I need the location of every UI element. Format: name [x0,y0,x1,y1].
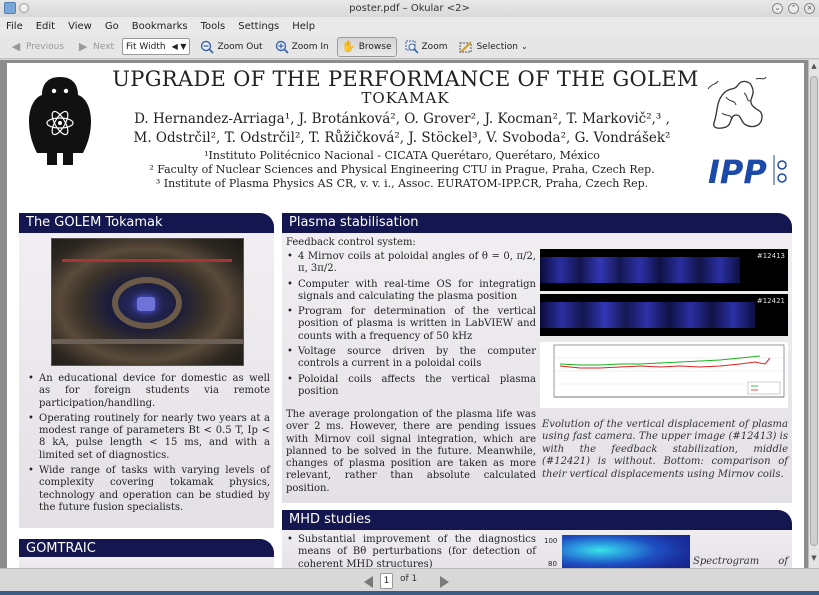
minimize-button[interactable]: ⌄ [772,3,783,14]
golem-bullet-1: An educational device for domestic as we… [27,373,270,410]
plasma-bullet-4: Voltage source driven by the computer co… [286,346,536,371]
selection-tool-button[interactable]: Selection ⌄ [455,37,531,57]
fast-camera-image-2: #12421 [540,294,788,336]
menu-bar: File Edit View Go Bookmarks Tools Settin… [0,17,819,35]
scrollbar-thumb[interactable] [810,76,818,546]
plasma-paragraph: The average prolongation of the plasma l… [286,409,536,494]
zoom-label: Zoom [421,41,448,52]
affiliation-1: ¹Instituto Politécnico Nacional - CICATA… [204,149,600,162]
poster-authors: D. Hernandez-Arriaga¹, J. Brotánková², O… [107,110,697,148]
zoom-tool-icon [405,40,419,54]
golem-bullet-3: Wide range of tasks with varying levels … [27,465,270,514]
golem-section-heading: The GOLEM Tokamak [19,213,274,233]
plasma-bullet-5: Poloidal coils affects the vertical plas… [286,374,536,399]
plasma-intro: Feedback control system: [286,237,416,248]
golem-bullet-list: An educational device for domestic as we… [27,373,270,517]
plasma-bullet-2: Computer with real-time OS for integrati… [286,279,536,304]
zoom-out-icon [200,40,215,54]
selection-label: Selection [476,41,518,52]
gomtraic-section-box [19,557,274,568]
close-button[interactable]: × [804,3,815,14]
affiliation-2: ² Faculty of Nuclear Sciences and Physic… [149,163,655,176]
vertical-scrollbar[interactable]: ▲ ▼ [808,60,819,568]
menu-file[interactable]: File [6,21,23,32]
maximize-button[interactable]: ⌃ [788,3,799,14]
photo-cable [62,259,232,262]
page-number-input[interactable]: 1 [380,573,393,589]
spectrogram-axis-mid: 80 [548,560,557,568]
mhd-section-heading: MHD studies [282,510,792,530]
golem-tokamak-photo [51,238,244,366]
plasma-bullet-3: Program for determination of the vertica… [286,306,536,343]
chevron-down-icon: ◀ ▼ [171,42,187,51]
mhd-bullet-1: Substantial improvement of the diagnosti… [286,534,536,568]
mhd-bullet-list: Substantial improvement of the diagnosti… [286,534,536,568]
previous-page-icon: ◀ [11,40,21,53]
authors-line-1: D. Hernandez-Arriaga¹, J. Brotánková², O… [134,111,670,127]
affiliation-3: ³ Institute of Plasma Physics AS CR, v. … [155,177,649,190]
next-button[interactable]: ▶ Next [72,37,118,57]
selection-icon [459,40,473,54]
camera-plasma-strip-2 [540,302,755,328]
shot-label-1: #12413 [756,252,785,260]
plasma-bullet-1: 4 Mirnov coils at poloidal angles of θ =… [286,251,536,276]
scroll-up-icon[interactable]: ▲ [809,62,819,74]
photo-plasma-glow [137,297,155,311]
menu-view[interactable]: View [68,21,92,32]
shot-label-2: #12421 [756,297,785,305]
previous-page-arrow-icon[interactable] [364,576,373,588]
poster-title-line2: TOKAMAK [361,89,450,107]
fast-camera-image-1: #12413 [540,249,788,291]
plasma-bullet-list: 4 Mirnov coils at poloidal angles of θ =… [286,251,536,401]
ipp-logo-text: IPP [708,153,767,189]
zoom-in-icon [275,40,289,54]
zoom-in-label: Zoom In [291,41,329,52]
spectrogram-caption: Spectrogram of [693,556,788,567]
menu-go[interactable]: Go [105,21,119,32]
plasma-figure-caption: Evolution of the vertical displacement o… [542,419,788,480]
spectrogram-image [562,535,690,568]
zoom-out-label: Zoom Out [217,41,263,52]
hand-icon: ✋ [341,40,356,53]
photo-support [52,339,243,344]
main-toolbar: ◀ Previous ▶ Next Fit Width ◀ ▼ Zoom Out… [0,35,819,59]
zoom-out-button[interactable]: Zoom Out [196,37,266,57]
zoom-in-button[interactable]: Zoom In [271,37,333,57]
authors-line-2: M. Odstrčil², T. Odstrčil², T. Růžičková… [133,130,671,146]
window-title: poster.pdf – Okular <2> [349,3,470,14]
page-count-label: of 1 [400,574,418,584]
spectrogram-axis-top: 100 [544,537,558,545]
golem-bullet-2: Operating routinely for nearly two years… [27,413,270,462]
camera-plasma-strip-1 [540,257,740,283]
pdf-page: UPGRADE OF THE PERFORMANCE OF THE GOLEM … [7,63,804,568]
zoom-tool-button[interactable]: Zoom [401,37,452,57]
menu-edit[interactable]: Edit [36,21,55,32]
previous-label: Previous [26,41,65,52]
ipp-logo-icon: IPP [704,151,792,189]
document-viewport[interactable]: UPGRADE OF THE PERFORMANCE OF THE GOLEM … [0,60,808,568]
menu-help[interactable]: Help [292,21,315,32]
browse-label: Browse [358,41,392,52]
menu-settings[interactable]: Settings [238,21,279,32]
plasma-section-heading: Plasma stabilisation [282,213,792,233]
poster-title: UPGRADE OF THE PERFORMANCE OF THE GOLEM [112,67,699,91]
next-page-icon: ▶ [78,40,88,53]
ctu-lion-logo-icon [707,76,767,129]
browse-tool-button[interactable]: ✋ Browse [336,36,397,57]
title-bar: poster.pdf – Okular <2> ⌄ ⌃ × [0,0,819,17]
gomtraic-section-heading: GOMTRAIC [19,539,274,559]
desktop-taskbar-strip [0,591,819,595]
poster-affiliations: ¹Instituto Politécnico Nacional - CICATA… [107,149,697,191]
previous-button[interactable]: ◀ Previous [5,37,68,57]
zoom-mode-value: Fit Width [126,41,166,52]
next-label: Next [93,41,115,52]
menu-bookmarks[interactable]: Bookmarks [132,21,188,32]
displacement-plot [540,342,788,408]
next-page-arrow-icon[interactable] [440,576,449,588]
scroll-down-icon[interactable]: ▼ [809,554,819,566]
selection-menu-chevron-icon[interactable]: ⌄ [521,42,528,51]
menu-tools[interactable]: Tools [201,21,226,32]
zoom-mode-select[interactable]: Fit Width ◀ ▼ [122,38,191,55]
